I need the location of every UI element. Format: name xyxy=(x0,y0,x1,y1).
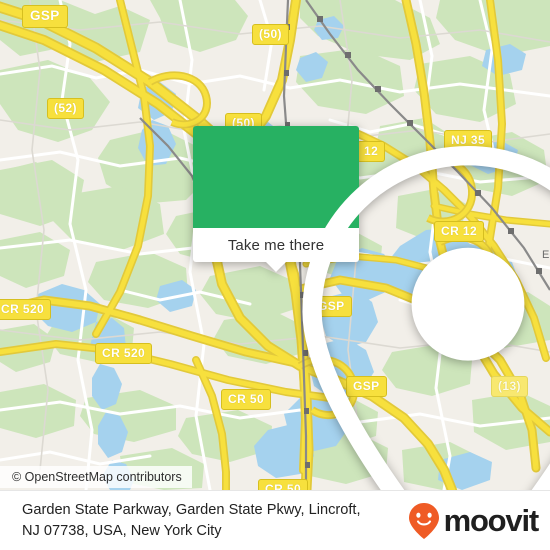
map-attribution: © OpenStreetMap contributors xyxy=(0,466,192,488)
popup-card-footer[interactable]: Take me there xyxy=(193,228,359,272)
map-canvas[interactable]: GSP (50) (52) (50) 12 NJ 35 CR 12 CR 520… xyxy=(0,0,550,490)
popup-card-tail xyxy=(266,262,286,272)
address-line-2: NJ 07738, USA, New York City xyxy=(22,522,222,539)
moovit-logo[interactable]: moovit xyxy=(407,502,540,540)
location-popup-card[interactable]: Take me there xyxy=(193,126,550,490)
address-line-1: Garden State Parkway, Garden State Pkwy,… xyxy=(22,501,361,518)
map-shield-gsp-1[interactable]: GSP xyxy=(22,5,68,28)
popup-card-header xyxy=(193,126,550,490)
address-footer-bar: Garden State Parkway, Garden State Pkwy,… xyxy=(0,490,550,550)
map-shield-cr520-2[interactable]: CR 520 xyxy=(95,343,153,364)
map-shield-50-1[interactable]: (50) xyxy=(252,24,289,45)
moovit-wordmark: moovit xyxy=(443,503,540,538)
map-shield-cr520-1[interactable]: CR 520 xyxy=(0,299,52,320)
map-screenshot: GSP (50) (52) (50) 12 NJ 35 CR 12 CR 520… xyxy=(0,0,550,550)
moovit-smiley-pin-icon xyxy=(408,502,439,539)
map-shield-52[interactable]: (52) xyxy=(47,98,84,119)
address-text: Garden State Parkway, Garden State Pkwy,… xyxy=(22,500,361,541)
location-pin-icon xyxy=(302,146,550,490)
take-me-there-label: Take me there xyxy=(227,236,325,254)
